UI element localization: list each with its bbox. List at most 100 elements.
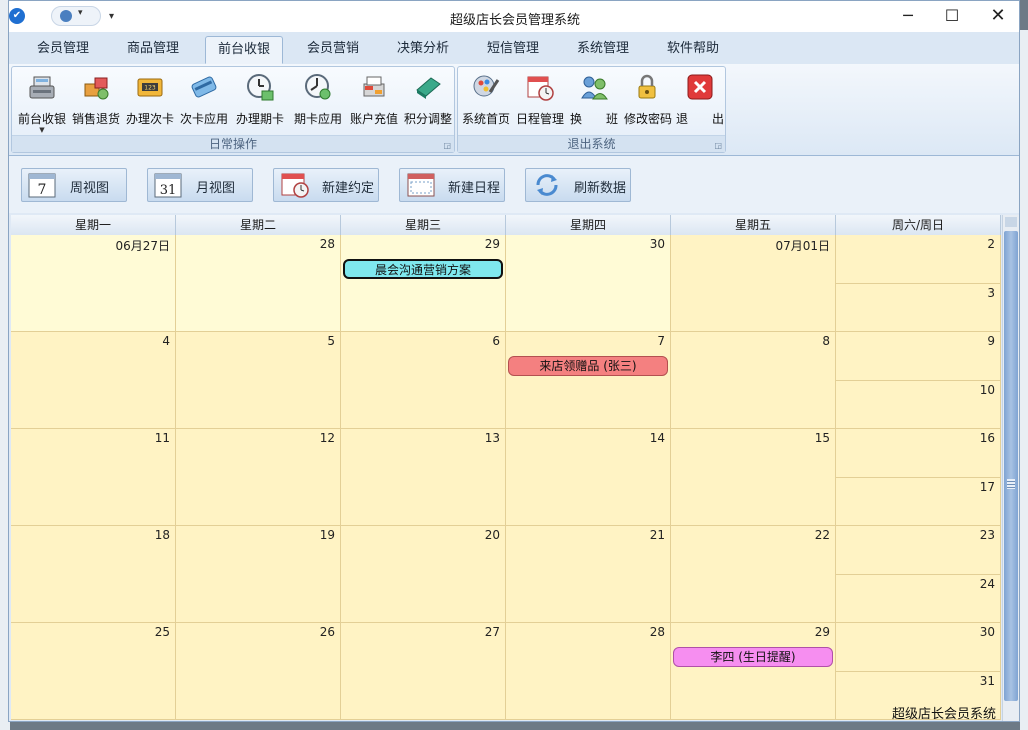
schedule-management-button[interactable]: 日程管理 xyxy=(514,70,566,134)
day-number: 28 xyxy=(649,625,665,639)
calendar-day-cell[interactable]: 28 xyxy=(176,235,341,332)
new-appointment-button[interactable]: 新建约定 xyxy=(273,168,379,202)
cash-register-icon xyxy=(29,76,55,99)
calendar-day-cell[interactable]: 6 xyxy=(341,332,506,429)
week-view-button[interactable]: 7 周视图 xyxy=(21,168,127,202)
calendar-sunday-cell[interactable]: 3 xyxy=(836,283,1001,332)
calendar-day-cell[interactable]: 20 xyxy=(341,526,506,623)
tab-sms-management[interactable]: 短信管理 xyxy=(475,36,551,64)
points-adjust-button[interactable]: 积分调整 xyxy=(402,70,454,134)
calendar-sunday-cell[interactable]: 10 xyxy=(836,380,1001,429)
calendar-event[interactable]: 李四 (生日提醒) xyxy=(673,647,833,667)
calendar-day-cell[interactable]: 8 xyxy=(671,332,836,429)
calendar-day-cell[interactable]: 12 xyxy=(176,429,341,526)
calendar-saturday-cell[interactable]: 23 xyxy=(836,526,1001,575)
calendar-day-cell[interactable]: 11 xyxy=(11,429,176,526)
calendar-event[interactable]: 晨会沟通营销方案 xyxy=(343,259,503,279)
day-number: 6 xyxy=(492,334,500,348)
calendar-sunday-cell[interactable]: 24 xyxy=(836,574,1001,623)
calendar-day-cell[interactable]: 22 xyxy=(671,526,836,623)
calendar-day-cell[interactable]: 27 xyxy=(341,623,506,720)
day-number: 3 xyxy=(987,285,995,300)
brand-watermark: 超级店长会员系统 xyxy=(892,707,997,722)
calendar-day-cell[interactable]: 29 xyxy=(341,235,506,332)
calendar-header: 星期一 星期二 星期三 星期四 星期五 周六/周日 xyxy=(11,215,1001,236)
issue-period-card-button[interactable]: 办理期卡 xyxy=(232,70,288,134)
dialog-launcher-icon[interactable]: ◲ xyxy=(443,141,451,150)
calendar-day-cell[interactable]: 25 xyxy=(11,623,176,720)
calendar-day-cell[interactable]: 28 xyxy=(506,623,671,720)
shift-change-label: 换 班 xyxy=(569,112,618,126)
times-card-use-button[interactable]: 次卡应用 xyxy=(178,70,230,134)
day-number: 2 xyxy=(987,237,995,251)
calendar-day-cell[interactable]: 14 xyxy=(506,429,671,526)
close-button[interactable]: ✕ xyxy=(975,1,1019,31)
week-view-label: 周视图 xyxy=(70,181,110,196)
chevron-down-icon: ▼ xyxy=(39,126,45,134)
calendar-day-cell[interactable]: 15 xyxy=(671,429,836,526)
calendar-day-cell[interactable]: 7 xyxy=(506,332,671,429)
month-badge: 31 xyxy=(160,183,177,198)
dialog-launcher-icon[interactable]: ◲ xyxy=(714,141,722,150)
tab-front-cashier[interactable]: 前台收银 xyxy=(205,36,284,64)
calendar-day-cell[interactable]: 4 xyxy=(11,332,176,429)
sales-return-button[interactable]: 销售退货 xyxy=(70,70,122,134)
month-view-button[interactable]: 31 月视图 xyxy=(147,168,253,202)
new-appointment-icon xyxy=(281,173,309,198)
day-header: 周六/周日 xyxy=(836,215,1001,235)
cashier-button[interactable]: 前台收银 ▼ xyxy=(16,70,68,134)
day-number: 21 xyxy=(649,528,665,542)
system-home-button[interactable]: 系统首页 xyxy=(460,70,512,134)
day-number: 23 xyxy=(979,528,995,542)
calendar-day-cell[interactable]: 07月01日 xyxy=(671,235,836,332)
calendar-saturday-cell[interactable]: 30 xyxy=(836,623,1001,672)
minimize-button[interactable]: ─ xyxy=(885,1,931,31)
calendar-day-cell[interactable]: 30 xyxy=(506,235,671,332)
calendar-day-cell[interactable]: 06月27日 xyxy=(11,235,176,332)
period-card-use-icon xyxy=(305,74,331,100)
tab-decision-analysis[interactable]: 决策分析 xyxy=(385,36,461,64)
refresh-data-button[interactable]: 刷新数据 xyxy=(525,168,631,202)
change-password-button[interactable]: 修改密码 xyxy=(622,70,674,134)
day-number: 13 xyxy=(484,431,500,445)
calendar-saturday-cell[interactable]: 2 xyxy=(836,235,1001,284)
ribbon-tabs: 会员管理 商品管理 前台收银 会员营销 决策分析 短信管理 系统管理 软件帮助 … xyxy=(9,32,1019,84)
period-card-use-button[interactable]: 期卡应用 xyxy=(290,70,346,134)
scroll-up-button[interactable] xyxy=(1005,217,1017,227)
day-number: 27 xyxy=(484,625,500,639)
day-number: 18 xyxy=(154,528,170,542)
calendar-day-cell[interactable]: 5 xyxy=(176,332,341,429)
svg-text:123: 123 xyxy=(144,85,156,92)
calendar-day-cell[interactable]: 26 xyxy=(176,623,341,720)
background-window-edge-right xyxy=(1020,30,1028,730)
maximize-button[interactable]: ☐ xyxy=(929,1,975,31)
calendar-saturday-cell[interactable]: 16 xyxy=(836,429,1001,478)
shift-change-button[interactable]: 换 班 xyxy=(568,70,620,134)
calendar-day-cell[interactable]: 21 xyxy=(506,526,671,623)
calendar-event[interactable]: 来店领赠品 (张三) xyxy=(508,356,668,376)
tab-software-help[interactable]: 软件帮助 xyxy=(655,36,731,64)
exit-button[interactable]: 退 出 xyxy=(676,70,724,134)
day-header: 星期五 xyxy=(671,215,836,235)
sales-return-label: 销售退货 xyxy=(71,112,120,126)
day-number: 20 xyxy=(484,528,500,542)
tab-member-marketing[interactable]: 会员营销 xyxy=(295,36,371,64)
scroll-thumb[interactable] xyxy=(1004,231,1018,701)
calendar-day-cell[interactable]: 19 xyxy=(176,526,341,623)
day-number: 07月01日 xyxy=(775,239,830,253)
calendar-day-cell[interactable]: 18 xyxy=(11,526,176,623)
calendar-sunday-cell[interactable]: 17 xyxy=(836,477,1001,526)
tab-member-management[interactable]: 会员管理 xyxy=(25,36,101,64)
calendar-scrollbar[interactable] xyxy=(1002,215,1019,721)
calendar-day-cell[interactable]: 29 xyxy=(671,623,836,720)
tab-system-management[interactable]: 系统管理 xyxy=(565,36,641,64)
issue-times-card-button[interactable]: 123 办理次卡 xyxy=(124,70,176,134)
new-schedule-button[interactable]: 新建日程 xyxy=(399,168,505,202)
calendar-saturday-cell[interactable]: 9 xyxy=(836,332,1001,381)
home-page-icon xyxy=(473,75,500,97)
tab-product-management[interactable]: 商品管理 xyxy=(115,36,191,64)
day-number: 19 xyxy=(319,528,335,542)
calendar-day-cell[interactable]: 13 xyxy=(341,429,506,526)
day-number: 29 xyxy=(484,237,500,251)
account-recharge-button[interactable]: 账户充值 xyxy=(348,70,400,134)
